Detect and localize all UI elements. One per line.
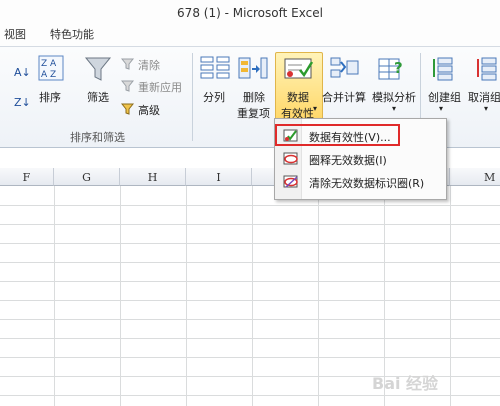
advanced-filter-icon xyxy=(121,103,135,115)
ungroup-button[interactable]: 取消组 xyxy=(468,89,500,105)
column-header-h[interactable]: H xyxy=(120,168,186,186)
consolidate-button[interactable]: 合并计算 xyxy=(322,89,366,105)
chevron-down-icon[interactable]: ▾ xyxy=(484,104,488,113)
text-to-columns-icon[interactable] xyxy=(200,55,230,83)
window-title: 678 (1) - Microsoft Excel xyxy=(0,0,500,24)
highlight-box xyxy=(275,124,400,146)
circle-invalid-data-icon xyxy=(283,152,298,165)
sort-icon[interactable]: Z A A Z xyxy=(38,55,64,81)
sort-filter-group-caption: 排序和筛选 xyxy=(70,131,125,144)
reapply-filter-button[interactable]: 重新应用 xyxy=(138,79,182,95)
clear-filter-button[interactable]: 清除 xyxy=(138,57,160,73)
what-if-analysis-button[interactable]: 模拟分析 xyxy=(372,89,416,105)
sort-asc-icon[interactable]: A↓ xyxy=(14,63,32,79)
menu-item-circle-invalid-data[interactable]: 圈释无效数据(I) xyxy=(275,148,446,170)
ungroup-icon[interactable] xyxy=(474,55,500,83)
reapply-filter-icon xyxy=(121,80,135,92)
data-validation-label1[interactable]: 数据 xyxy=(287,89,309,105)
filter-icon[interactable] xyxy=(84,55,112,83)
consolidate-icon[interactable] xyxy=(330,55,360,83)
filter-button[interactable]: 筛选 xyxy=(87,89,109,105)
column-header-g[interactable]: G xyxy=(54,168,120,186)
what-if-analysis-icon[interactable]: ? xyxy=(378,55,408,83)
column-header-i[interactable]: I xyxy=(186,168,252,186)
tab-special-features[interactable]: 特色功能 xyxy=(50,26,94,42)
chevron-down-icon[interactable]: ▾ xyxy=(439,104,443,113)
tab-view[interactable]: 视图 xyxy=(4,26,26,42)
column-header-f[interactable]: F xyxy=(0,168,54,186)
group-button[interactable]: 创建组 xyxy=(428,89,461,105)
column-header-m[interactable]: M xyxy=(450,168,500,186)
data-validation-icon[interactable] xyxy=(284,56,314,82)
watermark: Bai 经验 xyxy=(372,374,439,393)
text-to-columns-button[interactable]: 分列 xyxy=(203,89,225,105)
sort-button[interactable]: 排序 xyxy=(39,89,61,105)
remove-duplicates-label1[interactable]: 删除 xyxy=(243,89,265,105)
advanced-filter-button[interactable]: 高级 xyxy=(138,102,160,118)
sort-desc-icon[interactable]: Z↓ xyxy=(14,93,32,109)
chevron-down-icon[interactable]: ▾ xyxy=(313,104,317,113)
chevron-down-icon[interactable]: ▾ xyxy=(392,104,396,113)
remove-duplicates-icon[interactable] xyxy=(238,55,268,83)
svg-text:A Z: A Z xyxy=(41,70,56,80)
svg-text:A↓: A↓ xyxy=(14,66,31,79)
group-separator xyxy=(192,53,193,141)
svg-text:?: ? xyxy=(394,59,403,77)
svg-text:Z↓: Z↓ xyxy=(14,96,31,109)
ribbon-tabs: 视图 特色功能 xyxy=(0,24,500,46)
svg-text:Z A: Z A xyxy=(41,59,57,69)
group-icon[interactable] xyxy=(430,55,456,83)
remove-duplicates-label2[interactable]: 重复项 xyxy=(237,105,270,121)
clear-validation-circles-icon xyxy=(283,175,298,188)
menu-item-clear-validation-circles[interactable]: 清除无效数据标识圈(R) xyxy=(275,171,446,193)
clear-filter-icon xyxy=(121,58,135,70)
